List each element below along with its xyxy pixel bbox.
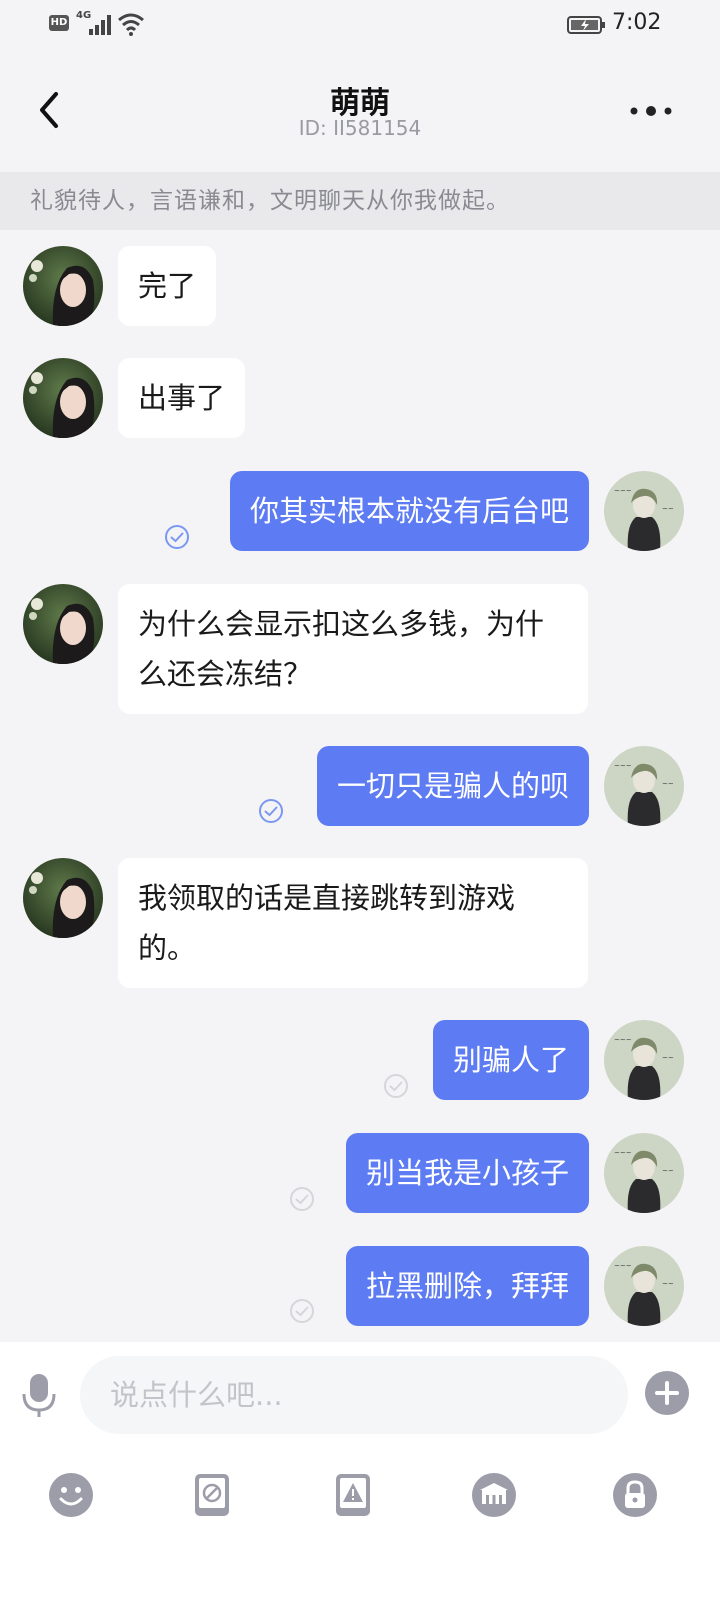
message-bubble-me[interactable]: 一切只是骗人的呗: [316, 746, 589, 826]
clock: 7:02: [612, 10, 662, 35]
message-bubble-peer[interactable]: 完了: [118, 246, 217, 326]
microphone-icon[interactable]: [18, 1370, 60, 1420]
svg-text:~~~: ~~~: [614, 1262, 632, 1270]
svg-text:~~~: ~~~: [614, 1149, 632, 1157]
message-bubble-peer[interactable]: 出事了: [118, 358, 246, 438]
message-bubble-me[interactable]: 别骗人了: [432, 1020, 589, 1100]
my-avatar[interactable]: ~~~ ~~: [604, 1020, 684, 1100]
hd-icon: HD: [49, 15, 69, 31]
my-avatar[interactable]: ~~~ ~~: [604, 1246, 684, 1326]
message-bubble-me[interactable]: 别当我是小孩子: [345, 1133, 589, 1213]
message-bubble-me[interactable]: 拉黑删除，拜拜: [345, 1246, 589, 1326]
emoji-icon[interactable]: [48, 1472, 94, 1518]
my-avatar[interactable]: ~~~ ~~: [604, 471, 684, 551]
battery-charging-icon: [567, 16, 605, 34]
svg-text:~~: ~~: [662, 1280, 674, 1288]
more-dots-icon[interactable]: [626, 96, 676, 126]
gift-shop-icon[interactable]: [471, 1472, 517, 1518]
plus-circle-icon[interactable]: [644, 1370, 690, 1416]
read-receipt-icon: [259, 799, 283, 823]
signal-icon: [89, 15, 111, 35]
peer-avatar[interactable]: [23, 858, 103, 938]
message-bubble-me[interactable]: 你其实根本就没有后台吧: [229, 471, 589, 551]
wifi-icon: [118, 13, 144, 36]
warning-card-icon[interactable]: [330, 1472, 376, 1518]
civility-notice: 礼貌待人，言语谦和，文明聊天从你我做起。: [0, 172, 720, 230]
peer-avatar[interactable]: [23, 584, 103, 664]
lock-icon[interactable]: [612, 1472, 658, 1518]
unread-receipt-icon: [384, 1074, 408, 1098]
composer-bar: [0, 1342, 720, 1600]
svg-text:~~: ~~: [662, 505, 674, 513]
chat-header: 萌萌 ID: II581154: [0, 50, 720, 172]
status-bar: HD 4G 7:02: [0, 0, 720, 50]
contact-id: ID: II581154: [298, 116, 422, 140]
read-receipt-icon: [165, 525, 189, 549]
svg-text:~~~: ~~~: [614, 487, 632, 495]
svg-text:~~~: ~~~: [614, 762, 632, 770]
message-input[interactable]: [80, 1356, 628, 1434]
message-bubble-peer[interactable]: 我领取的话是直接跳转到游戏的。: [118, 858, 588, 988]
svg-text:~~: ~~: [662, 1054, 674, 1062]
message-bubble-peer[interactable]: 为什么会显示扣这么多钱，为什么还会冻结？: [118, 584, 588, 714]
svg-text:~~: ~~: [662, 1167, 674, 1175]
my-avatar[interactable]: ~~~ ~~: [604, 1133, 684, 1213]
peer-avatar[interactable]: [23, 358, 103, 438]
unread-receipt-icon: [290, 1299, 314, 1323]
my-avatar[interactable]: ~~~ ~~: [604, 746, 684, 826]
peer-avatar[interactable]: [23, 246, 103, 326]
unread-receipt-icon: [290, 1187, 314, 1211]
block-card-icon[interactable]: [189, 1472, 235, 1518]
svg-text:~~: ~~: [662, 780, 674, 788]
svg-text:~~~: ~~~: [614, 1036, 632, 1044]
